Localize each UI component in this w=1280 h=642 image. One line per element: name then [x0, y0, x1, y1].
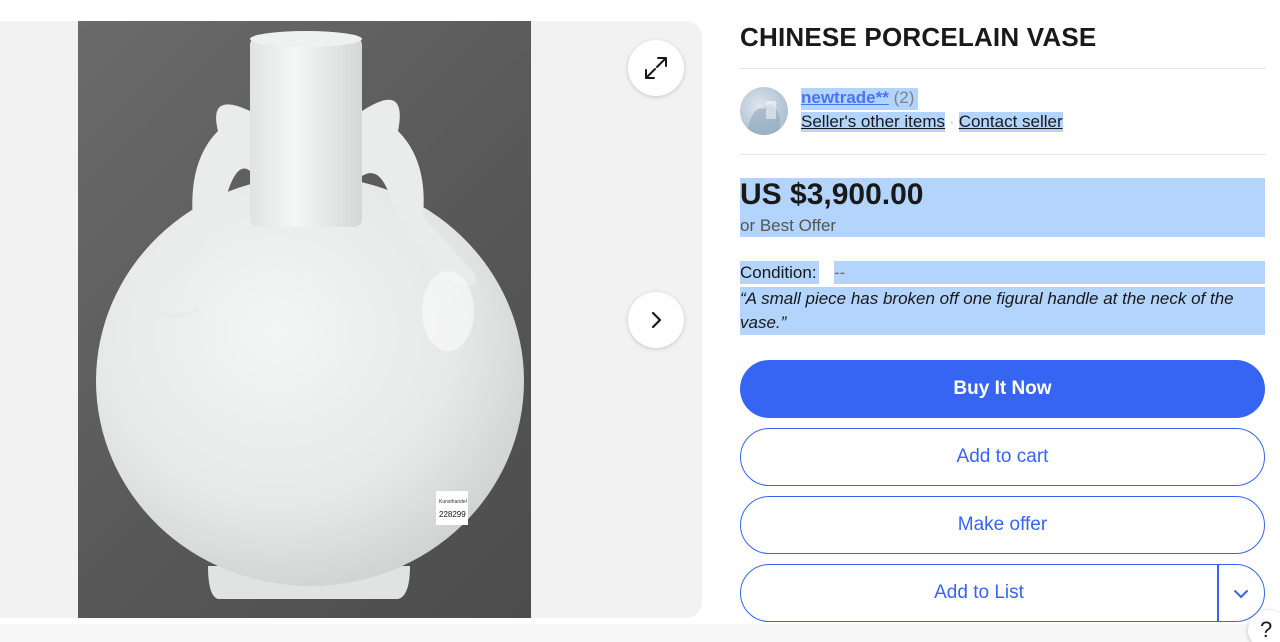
chevron-down-icon[interactable]: [1231, 584, 1251, 604]
condition-note: “A small piece has broken off one figura…: [740, 287, 1265, 335]
condition-row: Condition: --: [740, 261, 1265, 284]
label-line-2: 228299: [439, 510, 466, 519]
expand-arrows-icon: [645, 57, 667, 79]
divider: [740, 154, 1266, 155]
product-photo[interactable]: Kunsthandel 228299: [78, 21, 531, 618]
buy-it-now-button[interactable]: Buy It Now: [740, 360, 1265, 418]
seller-links: Seller's other items · Contact seller: [801, 110, 1063, 134]
divider: [740, 68, 1266, 69]
label-line-1: Kunsthandel: [439, 499, 467, 505]
image-gallery: Kunsthandel 228299: [0, 21, 702, 618]
split-divider: [1217, 565, 1219, 621]
seller-name-link[interactable]: newtrade**: [801, 88, 889, 107]
add-to-list-label: Add to List: [934, 582, 1024, 603]
listing-title: CHINESE PORCELAIN VASE: [740, 22, 1097, 52]
avatar-image: [748, 101, 780, 135]
seller-feedback-count: (2): [893, 88, 915, 107]
chevron-right-icon: [651, 311, 662, 329]
condition-value: --: [834, 261, 1265, 284]
best-offer-text: or Best Offer: [740, 216, 837, 235]
next-image-button[interactable]: [628, 292, 684, 348]
price-amount: US $3,900.00: [740, 178, 924, 211]
price-block: US $3,900.00 or Best Offer: [740, 178, 1265, 237]
condition-label: Condition:: [740, 261, 819, 284]
seller-avatar[interactable]: [740, 87, 788, 135]
add-to-list-button[interactable]: Add to List: [740, 564, 1265, 622]
bottom-strip: [0, 624, 1280, 642]
vase-image: Kunsthandel 228299: [96, 31, 524, 599]
seller-other-items-link[interactable]: Seller's other items: [801, 112, 946, 132]
contact-seller-link[interactable]: Contact seller: [958, 112, 1063, 132]
seller-info: newtrade** (2): [801, 88, 919, 110]
make-offer-button[interactable]: Make offer: [740, 496, 1265, 554]
add-to-cart-button[interactable]: Add to cart: [740, 428, 1265, 486]
expand-button[interactable]: [628, 40, 684, 96]
separator-dot: ·: [949, 112, 955, 132]
